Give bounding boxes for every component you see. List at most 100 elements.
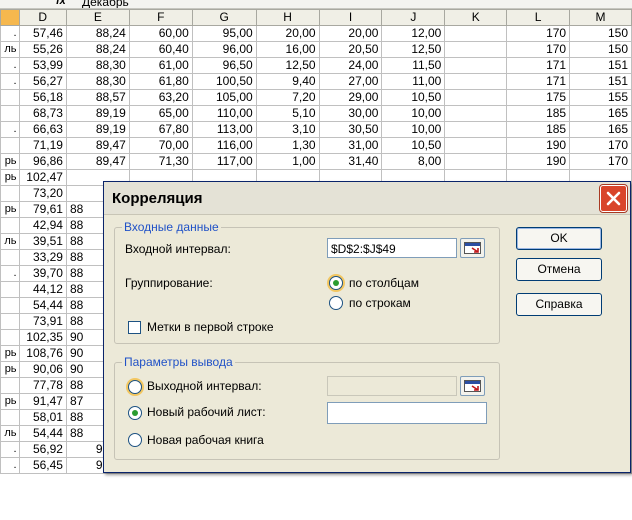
cell-j[interactable]: 11,00 xyxy=(381,73,446,90)
column-header-k[interactable]: K xyxy=(444,9,508,26)
row-label-cell[interactable]: . xyxy=(0,441,20,458)
cell-k[interactable] xyxy=(444,57,508,74)
cell-h[interactable]: 1,00 xyxy=(255,153,320,170)
cell-k[interactable] xyxy=(444,105,508,122)
cell-l[interactable]: 171 xyxy=(506,73,571,90)
cell-d[interactable]: 102,35 xyxy=(18,329,67,346)
cell-m[interactable]: 155 xyxy=(569,89,632,106)
row-label-cell[interactable] xyxy=(0,297,20,314)
select-all-corner[interactable] xyxy=(0,9,20,26)
cell-i[interactable]: 31,00 xyxy=(318,137,383,154)
new-worksheet-radio[interactable] xyxy=(128,406,142,420)
row-label-cell[interactable] xyxy=(0,249,20,266)
group-by-columns-radio[interactable] xyxy=(329,276,343,290)
row-label-cell[interactable] xyxy=(0,377,20,394)
row-label-cell[interactable] xyxy=(0,281,20,298)
group-by-columns-label[interactable]: по столбцам xyxy=(349,276,419,290)
cell-f[interactable]: 65,00 xyxy=(128,105,193,122)
row-label-cell[interactable] xyxy=(0,313,20,330)
cell-d[interactable]: 54,44 xyxy=(18,425,67,442)
cancel-button[interactable]: Отмена xyxy=(516,258,602,281)
cell-h[interactable]: 5,10 xyxy=(255,105,320,122)
help-button[interactable]: Справка xyxy=(516,293,602,316)
cell-f[interactable]: 63,20 xyxy=(128,89,193,106)
cell-i[interactable]: 27,00 xyxy=(318,73,383,90)
cell-d[interactable]: 56,45 xyxy=(18,457,67,474)
cell-f[interactable]: 67,80 xyxy=(128,121,193,138)
cell-e[interactable]: 89,19 xyxy=(65,121,130,138)
cell-g[interactable]: 113,00 xyxy=(191,121,257,138)
cell-j[interactable]: 10,00 xyxy=(381,105,446,122)
cell-k[interactable] xyxy=(444,89,508,106)
output-range-radio[interactable] xyxy=(128,380,142,394)
row-label-cell[interactable] xyxy=(0,89,20,106)
row-label-cell[interactable]: ль xyxy=(0,233,20,250)
labels-first-row-label[interactable]: Метки в первой строке xyxy=(147,320,274,334)
cell-d[interactable]: 71,19 xyxy=(18,137,67,154)
cell-i[interactable]: 30,00 xyxy=(318,105,383,122)
cell-g[interactable]: 95,00 xyxy=(191,25,257,42)
cell-k[interactable] xyxy=(444,73,508,90)
cell-j[interactable]: 8,00 xyxy=(381,153,446,170)
cell-d[interactable]: 56,18 xyxy=(18,89,67,106)
cell-d[interactable]: 91,47 xyxy=(18,393,67,410)
cell-f[interactable]: 60,00 xyxy=(128,25,193,42)
cell-d[interactable]: 79,61 xyxy=(18,201,67,218)
cell-f[interactable]: 61,80 xyxy=(128,73,193,90)
cell-d[interactable]: 39,70 xyxy=(18,265,67,282)
cell-i[interactable]: 20,00 xyxy=(318,25,383,42)
row-label-cell[interactable] xyxy=(0,105,20,122)
cell-m[interactable]: 151 xyxy=(569,57,632,74)
row-label-cell[interactable]: рь xyxy=(0,345,20,362)
cell-d[interactable]: 73,20 xyxy=(18,185,67,202)
new-worksheet-name-field[interactable] xyxy=(327,402,487,424)
cell-g[interactable]: 96,50 xyxy=(191,57,257,74)
input-range-field[interactable]: $D$2:$J$49 xyxy=(327,238,457,258)
cell-e[interactable]: 89,47 xyxy=(65,137,130,154)
output-range-field[interactable] xyxy=(327,376,457,396)
column-header-m[interactable]: M xyxy=(569,9,632,26)
cell-l[interactable]: 170 xyxy=(506,41,571,58)
cell-l[interactable]: 170 xyxy=(506,25,571,42)
cell-j[interactable]: 10,50 xyxy=(381,137,446,154)
cell-d[interactable]: 44,12 xyxy=(18,281,67,298)
cell-g[interactable]: 110,00 xyxy=(191,105,257,122)
cell-d[interactable]: 96,86 xyxy=(18,153,67,170)
cell-l[interactable]: 175 xyxy=(506,89,571,106)
cell-h[interactable]: 16,00 xyxy=(255,41,320,58)
row-label-cell[interactable]: рь xyxy=(0,201,20,218)
cell-g[interactable]: 100,50 xyxy=(191,73,257,90)
column-header-d[interactable]: D xyxy=(18,9,67,26)
cell-m[interactable]: 151 xyxy=(569,73,632,90)
cell-e[interactable]: 88,57 xyxy=(65,89,130,106)
cell-i[interactable]: 20,50 xyxy=(318,41,383,58)
cell-j[interactable]: 10,50 xyxy=(381,89,446,106)
row-label-cell[interactable]: ль xyxy=(0,41,20,58)
cell-d[interactable]: 73,91 xyxy=(18,313,67,330)
row-label-cell[interactable]: . xyxy=(0,57,20,74)
cell-d[interactable]: 42,94 xyxy=(18,217,67,234)
cell-h[interactable]: 7,20 xyxy=(255,89,320,106)
row-label-cell[interactable]: рь xyxy=(0,169,20,186)
cell-d[interactable]: 68,73 xyxy=(18,105,67,122)
cell-m[interactable]: 170 xyxy=(569,137,632,154)
cell-e[interactable]: 88,24 xyxy=(65,25,130,42)
cell-i[interactable]: 29,00 xyxy=(318,89,383,106)
cell-g[interactable]: 105,00 xyxy=(191,89,257,106)
cell-h[interactable]: 3,10 xyxy=(255,121,320,138)
cell-e[interactable]: 89,19 xyxy=(65,105,130,122)
cell-d[interactable]: 108,76 xyxy=(18,345,67,362)
cell-d[interactable]: 53,99 xyxy=(18,57,67,74)
cell-k[interactable] xyxy=(444,121,508,138)
cell-d[interactable]: 56,27 xyxy=(18,73,67,90)
cell-e[interactable]: 88,30 xyxy=(65,73,130,90)
cell-h[interactable]: 12,50 xyxy=(255,57,320,74)
cell-l[interactable]: 185 xyxy=(506,105,571,122)
ok-button[interactable]: OK xyxy=(516,227,602,250)
new-workbook-radio[interactable] xyxy=(128,433,142,447)
row-label-cell[interactable] xyxy=(0,217,20,234)
cell-d[interactable]: 57,46 xyxy=(18,25,67,42)
cell-d[interactable]: 66,63 xyxy=(18,121,67,138)
cell-i[interactable]: 24,00 xyxy=(318,57,383,74)
cell-f[interactable]: 71,30 xyxy=(128,153,193,170)
